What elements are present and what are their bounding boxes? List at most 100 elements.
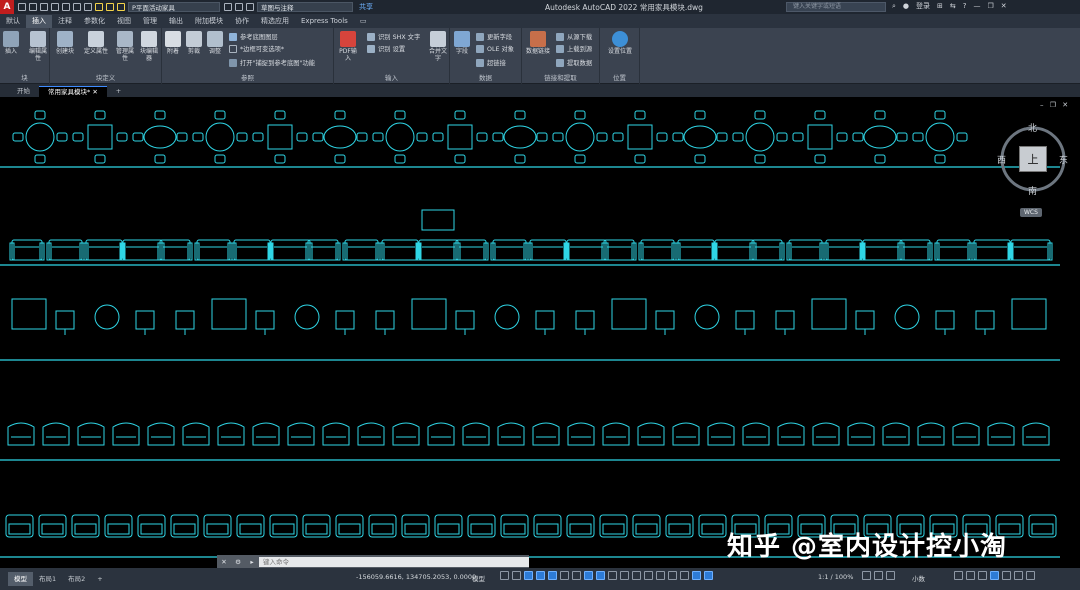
menu-insert[interactable]: 插入 bbox=[26, 15, 52, 28]
compass-west[interactable]: 西 bbox=[997, 153, 1006, 166]
share-button[interactable]: 共享 bbox=[359, 2, 373, 12]
viewcube[interactable]: 北 西 东 南 上 bbox=[997, 118, 1072, 197]
customization-icon[interactable] bbox=[1014, 571, 1023, 580]
set-location-button[interactable]: 设置位置 bbox=[604, 31, 636, 55]
attach-button[interactable]: 附着 bbox=[165, 31, 181, 55]
match-layer-icon[interactable] bbox=[224, 3, 232, 11]
viewcube-top-face[interactable]: 上 bbox=[1019, 146, 1047, 172]
clip-button[interactable]: 剪裁 bbox=[186, 31, 202, 55]
save-as-icon[interactable] bbox=[51, 3, 59, 11]
isodraft-icon[interactable] bbox=[572, 571, 581, 580]
lock-ui-icon[interactable] bbox=[966, 571, 975, 580]
layer-bulb-icon[interactable] bbox=[95, 3, 103, 11]
menu-output[interactable]: 输出 bbox=[163, 15, 189, 28]
extract-data-button[interactable]: 提取数据 bbox=[556, 58, 592, 67]
user-icon[interactable]: ● bbox=[903, 2, 909, 10]
isolate-objects-icon[interactable] bbox=[978, 571, 987, 580]
manage-attributes-button[interactable]: 管理属性 bbox=[116, 31, 134, 62]
update-fields-button[interactable]: 更新字段 bbox=[476, 32, 512, 41]
snap-underlay-dropdown[interactable]: 打开"捕捉到参考底图"功能 bbox=[229, 58, 315, 67]
edit-attributes-button[interactable]: 编辑属性 bbox=[27, 31, 49, 62]
menu-express-tools[interactable]: Express Tools bbox=[295, 15, 354, 28]
close-icon[interactable]: ✕ bbox=[1001, 2, 1007, 10]
pdf-import-button[interactable]: PDF输入 bbox=[337, 31, 359, 62]
recognize-shx-button[interactable]: 识别 SHX 文字 bbox=[367, 32, 420, 41]
new-tab-button[interactable]: + bbox=[107, 86, 130, 97]
adjust-button[interactable]: 调整 bbox=[207, 31, 223, 55]
coordinates-readout[interactable]: -156059.6616, 134705.2053, 0.0000 bbox=[356, 573, 476, 581]
graphics-performance-icon[interactable] bbox=[990, 571, 999, 580]
auto-scale-icon[interactable] bbox=[704, 571, 713, 580]
annotation-monitor-icon[interactable] bbox=[874, 571, 883, 580]
tab-model[interactable]: 模型 bbox=[8, 572, 33, 586]
block-panel-label[interactable]: 块 bbox=[0, 72, 49, 82]
units-readout[interactable]: 小数 bbox=[912, 573, 925, 583]
block-editor-button[interactable]: 块编辑器 bbox=[138, 31, 160, 62]
object-snap-icon[interactable] bbox=[596, 571, 605, 580]
save-icon[interactable] bbox=[40, 3, 48, 11]
search-icon[interactable]: ⌕ bbox=[892, 2, 896, 11]
field-button[interactable]: 字段 bbox=[454, 31, 470, 55]
menu-icon[interactable] bbox=[1026, 571, 1035, 580]
command-input[interactable] bbox=[259, 556, 529, 567]
insert-button[interactable]: 插入 bbox=[3, 31, 19, 55]
plot-icon[interactable] bbox=[62, 3, 70, 11]
layer-prev-icon[interactable] bbox=[235, 3, 243, 11]
tab-drawing[interactable]: 常用家具模块* ✕ bbox=[39, 86, 107, 97]
compass-south[interactable]: 南 bbox=[1028, 184, 1037, 197]
model-space-button[interactable]: 模型 bbox=[472, 573, 485, 583]
combine-text-button[interactable]: 合并文字 bbox=[428, 31, 448, 62]
grid-icon[interactable] bbox=[500, 571, 509, 580]
selection-filter-icon[interactable] bbox=[668, 571, 677, 580]
layer-lock-icon[interactable] bbox=[117, 3, 125, 11]
menu-default[interactable]: 默认 bbox=[0, 15, 26, 28]
annotation-scale-dropdown[interactable]: 草图与注释 bbox=[257, 2, 353, 12]
autocad-logo-icon[interactable]: A bbox=[0, 0, 14, 14]
redo-icon[interactable] bbox=[84, 3, 92, 11]
layer-iso-icon[interactable] bbox=[246, 3, 254, 11]
snap-icon[interactable] bbox=[512, 571, 521, 580]
restore-icon[interactable]: ❐ bbox=[988, 2, 994, 10]
recognize-settings-button[interactable]: 识别 设置 bbox=[367, 44, 405, 53]
menu-addins[interactable]: 附加模块 bbox=[189, 15, 229, 28]
layer-sun-icon[interactable] bbox=[106, 3, 114, 11]
block-definition-panel-label[interactable]: 块定义 bbox=[50, 72, 161, 82]
undo-icon[interactable] bbox=[73, 3, 81, 11]
annotation-visibility-icon[interactable] bbox=[692, 571, 701, 580]
dynamic-input-icon[interactable] bbox=[536, 571, 545, 580]
menu-parametric[interactable]: 参数化 bbox=[78, 15, 111, 28]
ortho-icon[interactable] bbox=[548, 571, 557, 580]
menu-featured-apps[interactable]: 精选应用 bbox=[255, 15, 295, 28]
help-icon[interactable]: ? bbox=[963, 2, 967, 10]
wcs-menu[interactable]: WCS bbox=[1020, 208, 1042, 217]
workspace-switch-icon[interactable] bbox=[862, 571, 871, 580]
tab-layout1[interactable]: 布局1 bbox=[33, 572, 62, 586]
transparency-icon[interactable] bbox=[620, 571, 629, 580]
workspace-layer-dropdown[interactable]: P平面活动家具 bbox=[128, 2, 220, 12]
upload-source-button[interactable]: 上载到源 bbox=[556, 44, 592, 53]
quick-properties-icon[interactable] bbox=[954, 571, 963, 580]
help-search-input[interactable]: 键入关键字或短语 bbox=[786, 2, 886, 12]
compass-north[interactable]: 北 bbox=[1028, 121, 1037, 134]
minimize-icon[interactable]: — bbox=[974, 2, 981, 10]
define-attributes-button[interactable]: 定义属性 bbox=[84, 31, 108, 55]
hyperlink-button[interactable]: 超链接 bbox=[476, 58, 506, 67]
drawing-canvas[interactable] bbox=[0, 97, 1080, 567]
command-customize-icon[interactable]: ⚙ bbox=[231, 558, 245, 566]
add-layout-button[interactable]: + bbox=[91, 572, 108, 586]
cart-icon[interactable]: ⊞ bbox=[937, 2, 943, 10]
open-file-icon[interactable] bbox=[29, 3, 37, 11]
data-link-button[interactable]: 数据链接 bbox=[524, 31, 552, 55]
plus-icon[interactable] bbox=[886, 571, 895, 580]
download-source-button[interactable]: 从源下载 bbox=[556, 32, 592, 41]
login-link[interactable]: 登录 bbox=[916, 1, 930, 11]
ribbon-minimize-icon[interactable]: ▭ bbox=[354, 15, 373, 28]
command-close-icon[interactable]: ✕ bbox=[217, 558, 231, 566]
viewport-controls[interactable]: – ❐ ✕ bbox=[1040, 101, 1070, 109]
new-file-icon[interactable] bbox=[18, 3, 26, 11]
menu-manage[interactable]: 管理 bbox=[137, 15, 163, 28]
reference-panel-label[interactable]: 参照 bbox=[162, 72, 333, 82]
object-snap-tracking-icon[interactable] bbox=[584, 571, 593, 580]
lineweight-icon[interactable] bbox=[608, 571, 617, 580]
tab-start[interactable]: 开始 bbox=[8, 86, 39, 97]
